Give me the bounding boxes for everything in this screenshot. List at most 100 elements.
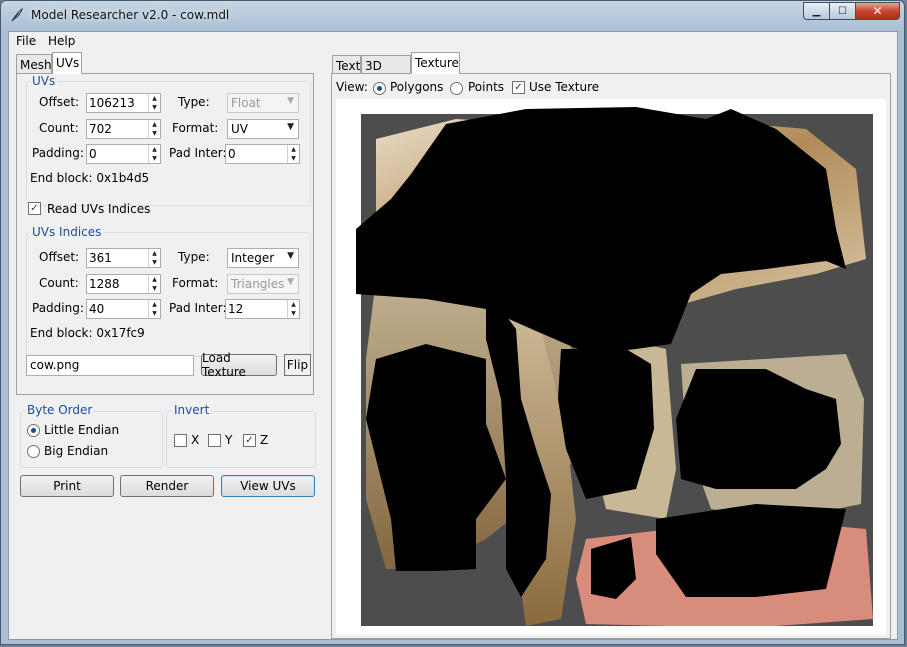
spin-down-icon[interactable]: ▼ — [288, 154, 299, 163]
tab-text[interactable]: Text — [332, 55, 361, 75]
idx-offset-spinbox[interactable]: 361 ▲ ▼ — [86, 248, 161, 268]
spin-down-icon[interactable]: ▼ — [149, 103, 160, 112]
spin-down-icon[interactable]: ▼ — [149, 129, 160, 138]
uv-offset-spinbox[interactable]: 106213 ▲ ▼ — [86, 93, 161, 113]
big-endian-radio[interactable] — [27, 445, 40, 458]
offset-label: Offset: — [39, 95, 80, 109]
spin-up-icon[interactable]: ▲ — [149, 145, 160, 154]
window-title: Model Researcher v2.0 - cow.mdl — [31, 8, 230, 22]
spin-down-icon[interactable]: ▼ — [288, 309, 299, 318]
maximize-button[interactable]: ☐ — [830, 2, 856, 20]
format-label: Format: — [172, 276, 219, 290]
padding-label: Padding: — [32, 146, 84, 160]
polygons-radio[interactable] — [373, 82, 386, 95]
invert-y-checkbox[interactable] — [208, 434, 221, 447]
invert-legend: Invert — [172, 403, 212, 417]
uv-pad-inter-spinbox[interactable]: 0 ▲ ▼ — [225, 144, 300, 164]
close-icon: ✕ — [872, 4, 883, 18]
count-label: Count: — [39, 121, 79, 135]
uv-polygon-udder — [656, 504, 846, 597]
byte-order-group — [20, 411, 163, 468]
points-radio[interactable] — [450, 82, 463, 95]
uv-offset-value: 106213 — [89, 96, 135, 110]
uv-type-value: Float — [231, 96, 261, 110]
spin-down-icon[interactable]: ▼ — [149, 309, 160, 318]
idx-type-value: Integer — [231, 251, 275, 265]
title-bar[interactable]: Model Researcher v2.0 - cow.mdl ▁ ☐ ✕ — [1, 1, 906, 31]
idx-offset-value: 361 — [89, 251, 112, 265]
spin-up-icon[interactable]: ▲ — [149, 94, 160, 103]
read-indices-checkbox[interactable]: ✓ — [28, 202, 41, 215]
invert-y-label[interactable]: Y — [225, 433, 232, 447]
uv-format-combobox[interactable]: UV ▼ — [227, 119, 299, 139]
idx-format-value: Triangles — [231, 277, 285, 291]
tab-texture[interactable]: Texture — [411, 52, 460, 74]
invert-x-checkbox[interactable] — [174, 434, 187, 447]
spin-up-icon[interactable]: ▲ — [149, 275, 160, 284]
uv-count-spinbox[interactable]: 702 ▲ ▼ — [86, 119, 161, 139]
chevron-down-icon: ▼ — [287, 122, 294, 132]
minimize-icon: ▁ — [812, 5, 821, 17]
uv-end-block: End block: 0x1b4d5 — [30, 171, 150, 185]
maximize-icon: ☐ — [838, 5, 847, 17]
texture-file-entry[interactable]: cow.png — [26, 355, 194, 376]
tab-3d-view[interactable]: 3D View — [361, 55, 411, 87]
menu-help[interactable]: Help — [48, 34, 75, 48]
idx-type-combobox[interactable]: Integer ▼ — [227, 248, 299, 268]
uv-type-combobox[interactable]: Float ▼ — [227, 93, 299, 113]
use-texture-label[interactable]: Use Texture — [529, 80, 599, 94]
spin-down-icon[interactable]: ▼ — [149, 284, 160, 293]
idx-count-value: 1288 — [89, 277, 120, 291]
spin-up-icon[interactable]: ▲ — [288, 300, 299, 309]
type-label: Type: — [178, 250, 210, 264]
load-texture-button[interactable]: Load Texture — [201, 351, 277, 379]
invert-x-label[interactable]: X — [191, 433, 199, 447]
spin-up-icon[interactable]: ▲ — [149, 300, 160, 309]
idx-padding-value: 40 — [89, 302, 105, 316]
idx-padding-spinbox[interactable]: 40 ▲ ▼ — [86, 299, 161, 319]
minimize-button[interactable]: ▁ — [803, 2, 830, 20]
invert-z-label[interactable]: Z — [260, 433, 268, 447]
uvs-panel: UVs Offset: 106213 ▲ ▼ Count: 702 ▲ ▼ Padd… — [16, 73, 314, 395]
texture-panel: View: Polygons Points ✓ Use Texture — [331, 73, 891, 639]
invert-z-checkbox[interactable]: ✓ — [243, 434, 256, 447]
spin-up-icon[interactable]: ▲ — [149, 120, 160, 129]
spin-up-icon[interactable]: ▲ — [149, 249, 160, 258]
feather-icon — [11, 7, 23, 22]
use-texture-checkbox[interactable]: ✓ — [512, 81, 525, 94]
client-area: File Help Mesh UVs UVs Offset: 106213 ▲ ▼… — [8, 31, 898, 640]
app-window: Model Researcher v2.0 - cow.mdl ▁ ☐ ✕ Fi… — [0, 0, 905, 645]
print-button[interactable]: Print — [20, 475, 114, 497]
render-button[interactable]: Render — [120, 475, 214, 497]
little-endian-label[interactable]: Little Endian — [44, 423, 119, 437]
idx-pad-inter-spinbox[interactable]: 12 ▲ ▼ — [225, 299, 300, 319]
uv-texture-view[interactable] — [336, 99, 886, 635]
read-indices-label[interactable]: Read UVs Indices — [47, 202, 150, 216]
pad-inter-label: Pad Inter: — [169, 301, 227, 315]
chevron-down-icon: ▼ — [287, 277, 294, 287]
tab-mesh[interactable]: Mesh — [16, 54, 52, 74]
uv-padding-spinbox[interactable]: 0 ▲ ▼ — [86, 144, 161, 164]
idx-count-spinbox[interactable]: 1288 ▲ ▼ — [86, 274, 161, 294]
little-endian-radio[interactable] — [27, 424, 40, 437]
texture-file-value: cow.png — [30, 358, 80, 372]
idx-format-combobox[interactable]: Triangles ▼ — [227, 274, 299, 294]
polygons-label[interactable]: Polygons — [390, 80, 443, 94]
format-label: Format: — [172, 121, 219, 135]
menu-file[interactable]: File — [16, 34, 36, 48]
invert-group — [166, 411, 316, 468]
spin-up-icon[interactable]: ▲ — [288, 145, 299, 154]
points-label[interactable]: Points — [468, 80, 504, 94]
spin-down-icon[interactable]: ▼ — [149, 258, 160, 267]
flip-button[interactable]: Flip — [284, 354, 311, 376]
spin-down-icon[interactable]: ▼ — [149, 154, 160, 163]
uvs-legend: UVs — [30, 74, 58, 88]
big-endian-label[interactable]: Big Endian — [44, 444, 108, 458]
pad-inter-label: Pad Inter: — [169, 146, 227, 160]
uv-format-value: UV — [231, 122, 248, 136]
view-uvs-button[interactable]: View UVs — [221, 475, 315, 497]
close-button[interactable]: ✕ — [856, 2, 900, 20]
tab-uvs[interactable]: UVs — [52, 52, 82, 74]
uv-canvas[interactable] — [336, 99, 886, 635]
view-label: View: — [336, 80, 368, 94]
